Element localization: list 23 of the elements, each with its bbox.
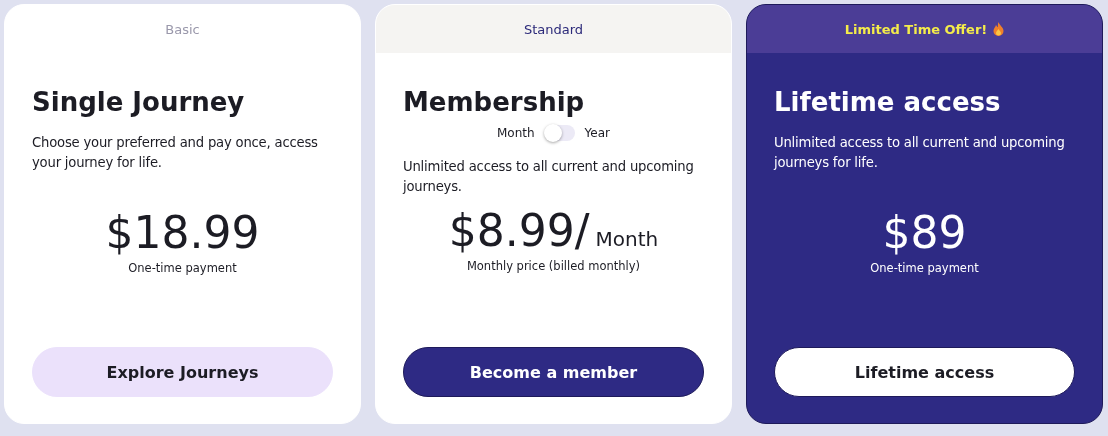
flame-icon [993, 22, 1005, 36]
price-note: One-time payment [127, 261, 238, 275]
plan-button[interactable]: Become a member [403, 347, 704, 397]
plan-description: Unlimited access to all current and upcoming journeys for life. [774, 134, 1066, 172]
plan-description: Unlimited access to all current and upcoming journeys. [403, 158, 695, 196]
plan-title: Single Journey [32, 87, 246, 117]
price: $89 [882, 207, 967, 259]
price-note: One-time payment [869, 261, 980, 275]
toggle-label: Month [497, 126, 535, 140]
plan-title: Membership [403, 87, 586, 117]
plan-tier-label: Standard [523, 21, 584, 37]
price: $8.99/ [448, 205, 590, 257]
billing-switch[interactable] [544, 125, 575, 141]
plan-description: Choose your preferred and pay once, access your journey for life. [32, 134, 319, 172]
plan-button[interactable]: Lifetime access [774, 347, 1075, 397]
plan-tier-label: Basic [165, 21, 200, 37]
price-period: Month [595, 227, 659, 251]
price: $18.99 [105, 207, 260, 259]
plan-tier-label: Limited Time Offer! [844, 21, 988, 37]
toggle-label: Year [584, 126, 610, 140]
plan-button[interactable]: Explore Journeys [32, 347, 333, 397]
price-note: Monthly price (billed monthly) [465, 259, 642, 273]
plan-title: Lifetime access [774, 87, 1002, 117]
